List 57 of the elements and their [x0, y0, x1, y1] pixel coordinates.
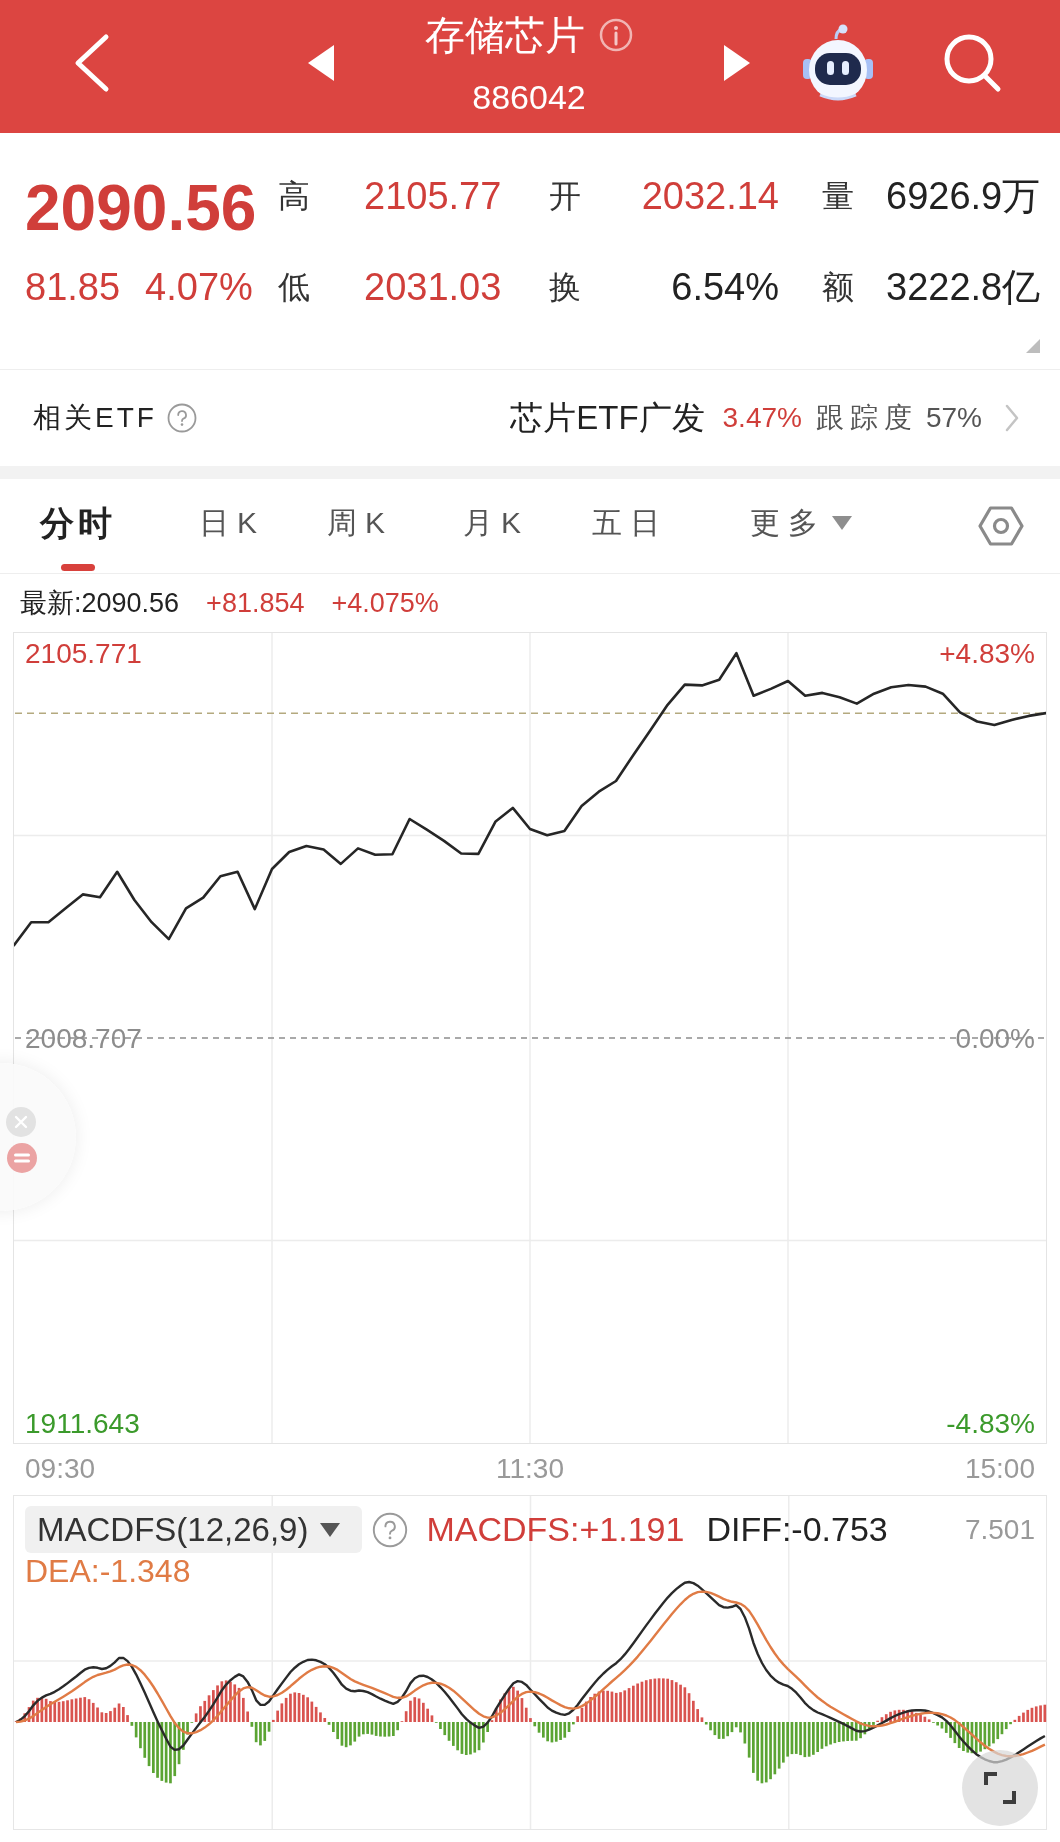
tracking-value: 57%	[925, 402, 982, 434]
chart-tab[interactable]: 日K	[199, 479, 265, 573]
equals-icon[interactable]	[7, 1143, 37, 1173]
chevron-right-icon[interactable]	[1004, 403, 1020, 433]
etf-section-label: 相关ETF	[33, 401, 157, 435]
price-axis-label: 1911.643	[25, 1408, 140, 1439]
chart-tab[interactable]: 五日	[592, 479, 668, 573]
chart-tab[interactable]: 月K	[463, 479, 529, 573]
latest-price: 最新:2090.56	[20, 587, 180, 620]
tracking-label: 跟踪度	[815, 401, 918, 435]
chart-tab[interactable]: 更多	[750, 479, 852, 573]
stat-label: 开	[549, 177, 581, 216]
stat-label: 低	[278, 268, 310, 307]
current-price: 2090.56	[25, 176, 257, 240]
etf-name[interactable]: 芯片ETF广发	[510, 395, 705, 441]
chart-tab[interactable]: 分时	[40, 479, 116, 573]
indicator-dropdown[interactable]: MACDFS(12,26,9)	[25, 1506, 363, 1553]
left-triangle-icon[interactable]	[308, 44, 334, 81]
etf-change: 3.47%	[722, 402, 802, 434]
time-axis-label: 11:30	[496, 1452, 564, 1486]
latest-change: +81.854	[206, 587, 305, 619]
stat-label: 量	[822, 177, 854, 216]
diff-value: DIFF:-0.753	[706, 1510, 888, 1549]
stat-value: 3222.8亿	[886, 265, 1041, 310]
stat-value: 2031.03	[364, 265, 502, 310]
percent-change: 4.07%	[145, 265, 253, 310]
macd-max-value: 7.501	[964, 1513, 1035, 1546]
caret-icon	[320, 1522, 341, 1537]
stat-label: 高	[278, 177, 310, 216]
chart-tab[interactable]: 周K	[327, 479, 393, 573]
stat-value: 6926.9万	[886, 174, 1041, 219]
info-icon[interactable]	[599, 18, 633, 52]
stat-label: 换	[549, 268, 581, 307]
price-axis-label: 2008.707	[25, 1022, 142, 1054]
stat-value: 2032.14	[641, 174, 779, 219]
fullscreen-icon	[983, 1771, 1017, 1805]
time-axis-label: 15:00	[964, 1452, 1035, 1486]
stock-title: 存储芯片	[425, 12, 585, 59]
right-triangle-icon[interactable]	[724, 44, 750, 81]
price-axis-label: 2105.771	[25, 637, 142, 669]
stock-code: 886042	[472, 77, 586, 117]
robot-icon[interactable]	[802, 22, 874, 103]
latest-percent: +4.075%	[331, 587, 439, 619]
help-icon[interactable]	[372, 1511, 409, 1548]
stat-value: 2105.77	[364, 174, 502, 219]
macdfs-value: MACDFS:+1.191	[426, 1510, 685, 1549]
help-icon[interactable]	[166, 403, 197, 433]
time-axis-label: 09:30	[25, 1452, 96, 1486]
percent-axis-label: 0.00%	[955, 1022, 1035, 1054]
percent-axis-label: -4.83%	[946, 1408, 1035, 1439]
price-change: 81.85	[25, 265, 121, 310]
percent-axis-label: +4.83%	[939, 637, 1035, 669]
corner-triangle-icon[interactable]	[1026, 339, 1040, 353]
caret-icon	[832, 516, 852, 530]
dea-value: DEA:-1.348	[25, 1553, 191, 1589]
stat-value: 6.54%	[671, 265, 779, 310]
stat-label: 额	[822, 268, 854, 307]
